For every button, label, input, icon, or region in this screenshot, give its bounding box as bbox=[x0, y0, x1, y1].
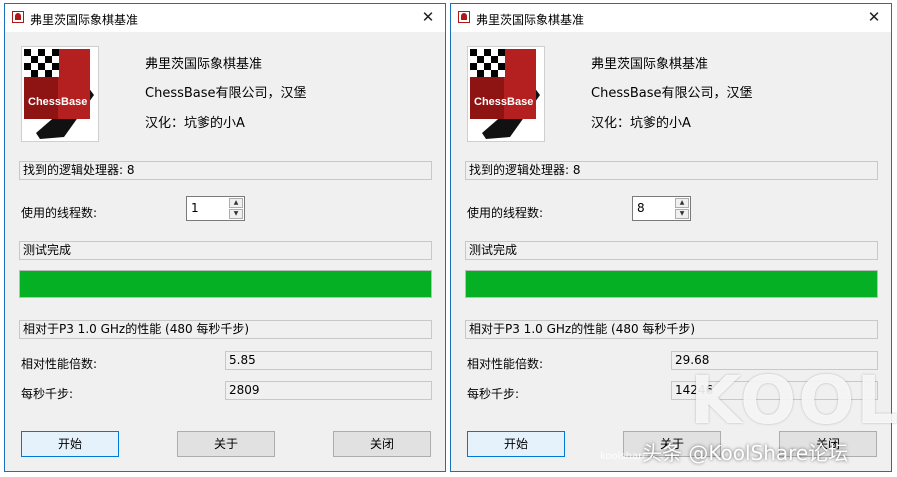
close-icon[interactable]: ✕ bbox=[865, 8, 883, 26]
kns-label: 每秒千步: bbox=[467, 387, 520, 401]
threads-label: 使用的线程数: bbox=[21, 206, 98, 220]
threads-value[interactable]: 1 bbox=[191, 201, 199, 215]
kns-value: 2809 bbox=[225, 381, 432, 400]
spin-down-icon[interactable]: ▼ bbox=[675, 209, 689, 219]
progress-bar bbox=[465, 270, 878, 298]
threads-value[interactable]: 8 bbox=[637, 201, 645, 215]
info-product: 弗里茨国际象棋基准 bbox=[591, 57, 709, 72]
chessbase-logo-icon: ChessBase bbox=[467, 46, 545, 142]
status-text: 测试完成 bbox=[465, 241, 878, 260]
watermark-brand: KOOL bbox=[690, 362, 897, 439]
kns-label: 每秒千步: bbox=[21, 387, 74, 401]
info-company: ChessBase有限公司，汉堡 bbox=[145, 86, 307, 101]
window-title: 弗里茨国际象棋基准 bbox=[476, 13, 585, 27]
perf-header: 相对于P3 1.0 GHz的性能 (480 每秒千步) bbox=[19, 320, 432, 339]
progress-bar bbox=[19, 270, 432, 298]
watermark-caption: 头条 @KoolShare论坛 bbox=[642, 441, 849, 465]
threads-spinner[interactable]: 1 ▲ ▼ bbox=[186, 196, 245, 221]
close-icon[interactable]: ✕ bbox=[419, 8, 437, 26]
spin-up-icon[interactable]: ▲ bbox=[229, 198, 243, 208]
info-localization: 汉化：坑爹的小A bbox=[145, 116, 245, 131]
start-button[interactable]: 开始 bbox=[467, 431, 565, 457]
benchmark-window-left: 弗里茨国际象棋基准 ✕ ChessBase 弗里茨国际象棋基准 ChessBas… bbox=[4, 3, 446, 472]
start-button[interactable]: 开始 bbox=[21, 431, 119, 457]
threads-label: 使用的线程数: bbox=[467, 206, 544, 220]
title-bar[interactable]: 弗里茨国际象棋基准 ✕ bbox=[5, 4, 445, 32]
progress-fill bbox=[466, 271, 877, 297]
chessbase-app-icon bbox=[12, 11, 24, 23]
processors-found: 找到的逻辑处理器: 8 bbox=[465, 161, 878, 180]
window-title: 弗里茨国际象棋基准 bbox=[30, 13, 139, 27]
processors-found: 找到的逻辑处理器: 8 bbox=[19, 161, 432, 180]
about-button[interactable]: 关于 bbox=[177, 431, 275, 457]
relative-perf-value: 5.85 bbox=[225, 351, 432, 370]
watermark-small: koolshare bbox=[600, 451, 649, 462]
chessbase-logo-icon: ChessBase bbox=[21, 46, 99, 142]
progress-fill bbox=[20, 271, 431, 297]
spin-up-icon[interactable]: ▲ bbox=[675, 198, 689, 208]
chessbase-app-icon bbox=[458, 11, 470, 23]
info-product: 弗里茨国际象棋基准 bbox=[145, 57, 263, 72]
relative-perf-label: 相对性能倍数: bbox=[21, 357, 98, 371]
info-localization: 汉化：坑爹的小A bbox=[591, 116, 691, 131]
status-text: 测试完成 bbox=[19, 241, 432, 260]
threads-spinner[interactable]: 8 ▲ ▼ bbox=[632, 196, 691, 221]
info-company: ChessBase有限公司，汉堡 bbox=[591, 86, 753, 101]
spin-down-icon[interactable]: ▼ bbox=[229, 209, 243, 219]
title-bar[interactable]: 弗里茨国际象棋基准 ✕ bbox=[451, 4, 891, 32]
svg-text:ChessBase: ChessBase bbox=[474, 96, 533, 108]
relative-perf-label: 相对性能倍数: bbox=[467, 357, 544, 371]
perf-header: 相对于P3 1.0 GHz的性能 (480 每秒千步) bbox=[465, 320, 878, 339]
svg-text:ChessBase: ChessBase bbox=[28, 96, 87, 108]
close-button[interactable]: 关闭 bbox=[333, 431, 431, 457]
